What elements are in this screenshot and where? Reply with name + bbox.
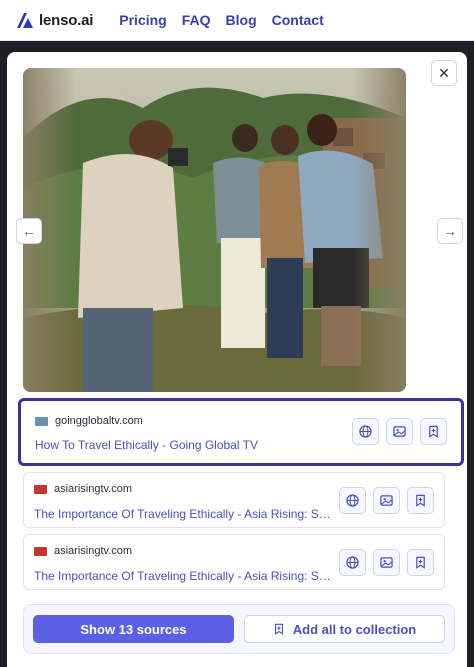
bookmark-plus-icon bbox=[416, 556, 425, 569]
nav-link-faq[interactable]: FAQ bbox=[182, 12, 211, 28]
view-image-button[interactable] bbox=[373, 549, 400, 576]
site-favicon-icon bbox=[34, 546, 47, 556]
image-icon bbox=[380, 557, 393, 568]
nav-link-blog[interactable]: Blog bbox=[226, 12, 257, 28]
add-all-to-collection-label: Add all to collection bbox=[292, 621, 417, 637]
add-to-collection-button[interactable] bbox=[407, 487, 434, 514]
top-navigation: lenso.ai Pricing FAQ Blog Contact bbox=[0, 0, 474, 41]
bookmark-plus-icon bbox=[429, 425, 438, 438]
logo[interactable]: lenso.ai bbox=[16, 11, 93, 29]
result-title-link[interactable]: The Importance Of Traveling Ethically - … bbox=[34, 507, 334, 521]
globe-icon bbox=[346, 494, 359, 507]
close-button[interactable]: ✕ bbox=[431, 60, 457, 86]
image-result-modal: ✕ ← → goingglobaltv.com How To Travel Et… bbox=[7, 52, 467, 667]
next-image-button[interactable]: → bbox=[437, 218, 463, 244]
view-image-button[interactable] bbox=[373, 487, 400, 514]
globe-icon bbox=[359, 425, 372, 438]
result-domain: goingglobaltv.com bbox=[55, 415, 143, 427]
result-card[interactable]: goingglobaltv.com How To Travel Ethicall… bbox=[18, 398, 464, 466]
add-to-collection-button[interactable] bbox=[420, 418, 447, 445]
logo-text: lenso.ai bbox=[39, 11, 94, 29]
close-icon: ✕ bbox=[438, 64, 450, 81]
nav-link-pricing[interactable]: Pricing bbox=[119, 12, 166, 28]
lenso-logo-icon bbox=[17, 13, 33, 28]
arrow-left-icon: ← bbox=[22, 223, 36, 239]
image-icon bbox=[380, 495, 393, 506]
view-image-button[interactable] bbox=[386, 418, 413, 445]
add-to-collection-button[interactable] bbox=[407, 549, 434, 576]
result-card[interactable]: asiarisingtv.com The Importance Of Trave… bbox=[23, 472, 445, 528]
add-all-to-collection-button[interactable]: Add all to collection bbox=[244, 615, 445, 643]
photo-of-travelers bbox=[23, 68, 406, 392]
open-website-button[interactable] bbox=[339, 549, 366, 576]
result-domain: asiarisingtv.com bbox=[54, 545, 133, 557]
image-viewer bbox=[23, 68, 406, 392]
show-sources-button[interactable]: Show 13 sources bbox=[33, 615, 234, 643]
nav-link-contact[interactable]: Contact bbox=[272, 12, 324, 28]
result-title-link[interactable]: How To Travel Ethically - Going Global T… bbox=[35, 438, 335, 452]
image-icon bbox=[393, 426, 406, 437]
result-card[interactable]: asiarisingtv.com The Importance Of Trave… bbox=[23, 534, 445, 590]
site-favicon-icon bbox=[34, 484, 47, 494]
site-favicon-icon bbox=[35, 416, 48, 426]
modal-footer: Show 13 sources Add all to collection bbox=[23, 604, 455, 654]
result-title-link[interactable]: The Importance Of Traveling Ethically - … bbox=[34, 569, 334, 583]
result-domain: asiarisingtv.com bbox=[54, 483, 133, 495]
open-website-button[interactable] bbox=[339, 487, 366, 514]
arrow-right-icon: → bbox=[443, 223, 457, 239]
previous-image-button[interactable]: ← bbox=[16, 218, 42, 244]
bookmark-plus-icon bbox=[416, 494, 425, 507]
globe-icon bbox=[346, 556, 359, 569]
open-website-button[interactable] bbox=[352, 418, 379, 445]
bookmark-plus-icon bbox=[274, 623, 283, 635]
